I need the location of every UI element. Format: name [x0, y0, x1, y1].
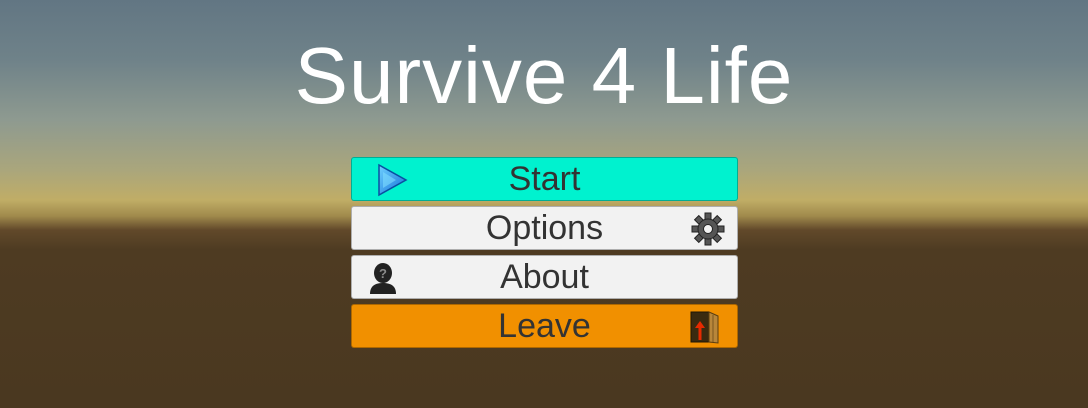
- about-button[interactable]: ? About: [351, 255, 738, 299]
- game-background: Survive 4 Life Start Options ? About Lea…: [0, 0, 1088, 408]
- options-button-label: Options: [485, 209, 604, 247]
- leave-button-label: Leave: [498, 307, 591, 345]
- about-button-label: About: [500, 258, 589, 296]
- gear-icon: [691, 212, 725, 246]
- game-title: Survive 4 Life: [294, 31, 794, 120]
- start-button[interactable]: Start: [351, 157, 738, 201]
- leave-button[interactable]: Leave: [351, 304, 738, 348]
- main-menu: Start Options ? About Leave: [351, 157, 738, 353]
- start-button-label: Start: [508, 160, 581, 198]
- options-button[interactable]: Options: [351, 206, 738, 250]
- exit-door-icon: [687, 310, 721, 344]
